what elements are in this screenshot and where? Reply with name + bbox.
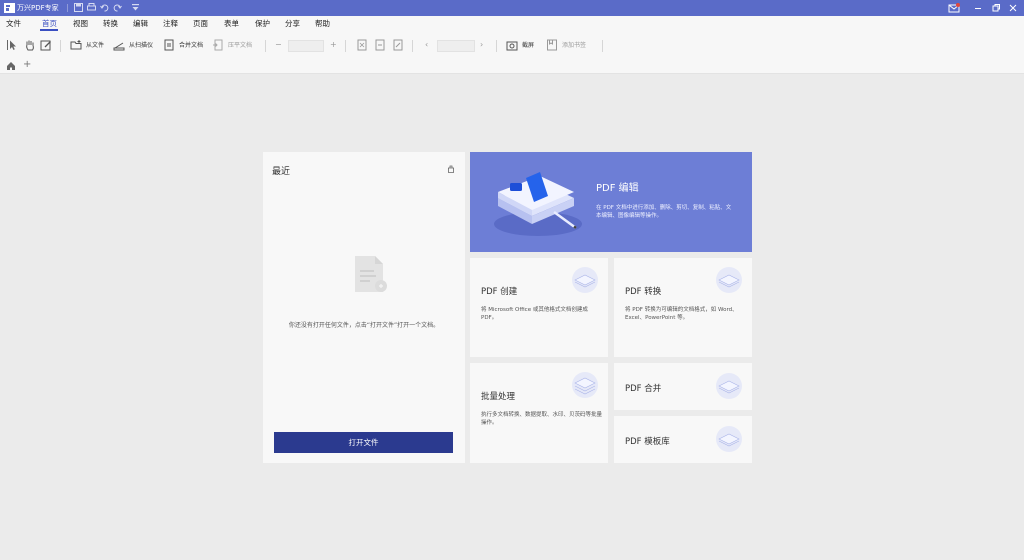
pdf-convert-desc: 将 PDF 转换为可编辑的文档格式，如 Word、Excel、PowerPoin…: [625, 307, 738, 321]
pdf-convert-title: PDF 转换: [625, 287, 662, 297]
empty-document-icon: [355, 256, 387, 292]
from-file-button[interactable]: 从文件: [86, 41, 104, 50]
app-logo-icon: [4, 3, 15, 13]
batch-process-card[interactable]: 批量处理 执行多文档转换、数据提取、水印、贝茨码等批量操作。: [470, 363, 608, 463]
pdf-merge-icon: [716, 373, 742, 399]
folder-icon[interactable]: [70, 39, 82, 51]
recent-panel: 最近 你还没有打开任何文件，点击“打开文件”打开一个文档。 打开文件: [263, 152, 465, 463]
edit-tool-icon[interactable]: [40, 39, 52, 51]
undo-icon[interactable]: [100, 3, 109, 12]
open-file-button[interactable]: 打开文件: [274, 432, 453, 453]
prev-page-button[interactable]: ‹: [425, 39, 428, 51]
toolbar-divider: [60, 40, 61, 52]
actual-size-icon[interactable]: [392, 39, 404, 51]
from-scanner-button[interactable]: 从扫描仪: [129, 41, 153, 50]
save-icon[interactable]: [74, 3, 83, 12]
pdf-merge-card[interactable]: PDF 合并: [614, 363, 752, 410]
page-number-field[interactable]: [437, 40, 475, 52]
mail-icon[interactable]: [948, 2, 960, 14]
recent-title: 最近: [272, 167, 291, 177]
pdf-create-icon: [572, 267, 598, 293]
hand-tool-icon[interactable]: [24, 39, 36, 51]
pdf-create-card[interactable]: PDF 创建 将 Microsoft Office 或其他格式文档创建成 PDF…: [470, 258, 608, 357]
pdf-edit-desc: 在 PDF 文档中进行添加、删除、剪切、复制、粘贴、文本编辑、图像编辑等操作。: [596, 205, 732, 219]
app-title: 万兴PDF专家: [17, 4, 59, 12]
menu-file[interactable]: 文件: [6, 18, 21, 30]
merge-docs-button[interactable]: 合并文档: [179, 41, 203, 50]
restore-icon[interactable]: [990, 2, 1002, 14]
tab-form[interactable]: 表单: [224, 18, 239, 30]
print-icon[interactable]: [87, 3, 96, 12]
compress-doc-icon: [213, 39, 223, 51]
active-tab-indicator: [40, 29, 58, 31]
compress-doc-button: 压平文档: [228, 42, 253, 49]
tab-page[interactable]: 页面: [193, 18, 208, 30]
new-tab-button[interactable]: +: [23, 58, 31, 72]
pdf-edit-illustration-icon: [494, 172, 582, 236]
merge-docs-icon[interactable]: [163, 39, 175, 51]
pdf-edit-title: PDF 编辑: [596, 183, 639, 194]
pdf-template-card[interactable]: PDF 模板库: [614, 416, 752, 463]
ribbon-toolbar: 从文件 从扫描仪 合并文档 压平文档 − + ‹ › 截屏 添加书签: [0, 32, 1024, 58]
menu-bar: 文件 首页 视图 转换 编辑 注释 页面 表单 保护 分享 帮助: [0, 16, 1024, 32]
tab-help[interactable]: 帮助: [315, 18, 330, 30]
pdf-merge-title: PDF 合并: [625, 384, 662, 394]
bookmark-icon: [547, 39, 557, 51]
clear-recent-icon[interactable]: [447, 165, 455, 173]
next-page-button[interactable]: ›: [480, 39, 483, 51]
pdf-template-title: PDF 模板库: [625, 437, 670, 447]
toolbar-divider: [602, 40, 603, 52]
pdf-edit-card[interactable]: PDF 编辑 在 PDF 文档中进行添加、删除、剪切、复制、粘贴、文本编辑、图像…: [470, 152, 752, 252]
tab-edit[interactable]: 编辑: [133, 18, 148, 30]
zoom-in-button[interactable]: +: [330, 39, 337, 51]
title-bar: 万兴PDF专家: [0, 0, 1024, 16]
pdf-template-icon: [716, 426, 742, 452]
toolbar-divider: [412, 40, 413, 52]
empty-state-text: 你还没有打开任何文件，点击“打开文件”打开一个文档。: [288, 322, 440, 329]
redo-icon[interactable]: [113, 3, 122, 12]
screenshot-icon[interactable]: [506, 39, 518, 51]
pdf-convert-icon: [716, 267, 742, 293]
title-divider: [67, 4, 68, 12]
toolbar-divider: [265, 40, 266, 52]
scanner-icon[interactable]: [113, 39, 125, 51]
home-icon[interactable]: [6, 61, 16, 71]
tab-convert[interactable]: 转换: [103, 18, 118, 30]
batch-process-desc: 执行多文档转换、数据提取、水印、贝茨码等批量操作。: [481, 412, 603, 426]
batch-process-icon: [572, 372, 598, 398]
tab-share[interactable]: 分享: [285, 18, 300, 30]
fit-width-icon[interactable]: [374, 39, 386, 51]
toolbar-divider: [496, 40, 497, 52]
zoom-out-button[interactable]: −: [275, 39, 282, 51]
tab-view[interactable]: 视图: [73, 18, 88, 30]
tab-protect[interactable]: 保护: [255, 18, 270, 30]
pdf-create-title: PDF 创建: [481, 287, 518, 297]
add-bookmark-button: 添加书签: [562, 42, 587, 49]
select-cursor-icon[interactable]: [6, 39, 18, 51]
close-icon[interactable]: [1007, 2, 1019, 14]
document-tab-bar: +: [0, 58, 1024, 74]
pdf-convert-card[interactable]: PDF 转换 将 PDF 转换为可编辑的文档格式，如 Word、Excel、Po…: [614, 258, 752, 357]
batch-process-title: 批量处理: [481, 392, 516, 402]
minimize-icon[interactable]: [972, 2, 984, 14]
screenshot-button[interactable]: 截屏: [522, 41, 534, 50]
toolbar-divider: [345, 40, 346, 52]
tab-annotate[interactable]: 注释: [163, 18, 178, 30]
customize-quick-access-icon[interactable]: [131, 3, 140, 12]
fit-page-icon[interactable]: [356, 39, 368, 51]
zoom-select[interactable]: [288, 40, 324, 52]
pdf-create-desc: 将 Microsoft Office 或其他格式文档创建成 PDF。: [481, 307, 588, 321]
